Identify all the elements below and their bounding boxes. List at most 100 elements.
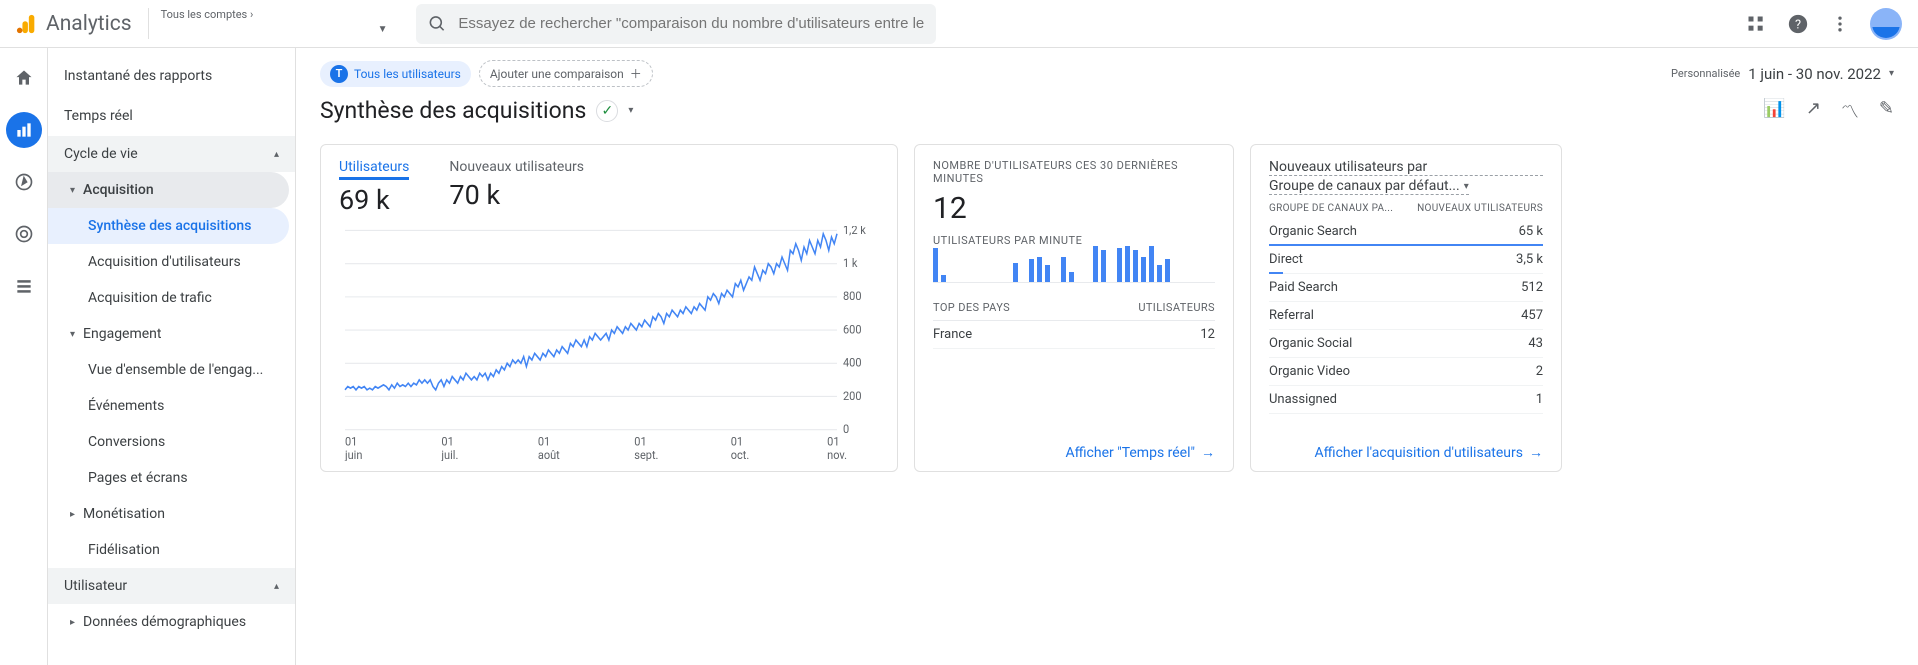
svg-text:600: 600 xyxy=(843,322,862,337)
spark-bar xyxy=(1141,257,1146,282)
card-realtime: NOMBRE D'UTILISATEURS CES 30 DERNIÈRES M… xyxy=(914,144,1234,472)
svg-text:nov.: nov. xyxy=(827,447,847,461)
row-value: 43 xyxy=(1528,336,1543,351)
sidebar-group-monetisation[interactable]: ▸ Monétisation xyxy=(48,496,289,532)
svg-text:juil.: juil. xyxy=(440,447,458,461)
table-row: France12 xyxy=(933,321,1215,349)
row-name: Direct xyxy=(1269,252,1303,267)
chevron-down-icon: ▾ xyxy=(1889,68,1894,79)
spark-bar xyxy=(941,275,946,282)
row-name: Organic Video xyxy=(1269,364,1350,379)
svg-text:0: 0 xyxy=(843,421,849,436)
acq-footer-link[interactable]: Afficher l'acquisition d'utilisateurs → xyxy=(1269,438,1543,461)
arrow-right-icon: → xyxy=(1201,444,1215,461)
table-row: Referral457 xyxy=(1269,302,1543,330)
svg-text:?: ? xyxy=(1795,17,1801,32)
sidebar-group-demographics[interactable]: ▸ Données démographiques xyxy=(48,604,289,640)
apps-icon[interactable] xyxy=(1744,12,1768,36)
dimension-picker[interactable]: Groupe de canaux par défaut... ▾ xyxy=(1269,178,1469,195)
spark-bar xyxy=(1029,259,1034,282)
more-vert-icon[interactable] xyxy=(1828,12,1852,36)
rail-configure[interactable] xyxy=(6,268,42,304)
dimension-label: Groupe de canaux par défaut... xyxy=(1269,178,1460,194)
rt-footer-link[interactable]: Afficher "Temps réel" → xyxy=(933,438,1215,461)
insights-icon[interactable]: 〽 xyxy=(1841,98,1859,124)
spark-bar xyxy=(1037,257,1042,282)
sidebar-group-engagement[interactable]: ▾ Engagement xyxy=(48,316,289,352)
metric-users[interactable]: Utilisateurs 69 k xyxy=(339,159,409,216)
profile-avatar[interactable] xyxy=(1870,8,1902,40)
sidebar-item-acquisition-overview[interactable]: Synthèse des acquisitions xyxy=(48,208,289,244)
sidebar-item-events[interactable]: Événements xyxy=(48,388,289,424)
sidebar-section-user[interactable]: Utilisateur ▴ xyxy=(48,568,295,604)
rail-advertising[interactable] xyxy=(6,216,42,252)
sidebar-item-user-acquisition[interactable]: Acquisition d'utilisateurs xyxy=(48,244,289,280)
svg-text:août: août xyxy=(538,447,560,461)
sidebar-item-traffic-acquisition[interactable]: Acquisition de trafic xyxy=(48,280,289,316)
verified-icon[interactable]: ✓ xyxy=(596,100,618,122)
customize-icon[interactable]: 📊 xyxy=(1763,98,1785,124)
svg-text:200: 200 xyxy=(843,388,862,403)
sidebar-item-snapshot[interactable]: Instantané des rapports xyxy=(48,56,289,96)
metric-label: Nouveaux utilisateurs xyxy=(449,159,584,175)
help-icon[interactable]: ? xyxy=(1786,12,1810,36)
report-sidebar: Instantané des rapports Temps réel Cycle… xyxy=(48,48,296,665)
account-picker[interactable]: Tous les comptes › ▼ xyxy=(148,8,388,39)
table-row: Organic Video 2 xyxy=(1269,358,1543,386)
analytics-logo-icon xyxy=(16,13,38,35)
rt-columns: TOP DES PAYS UTILISATEURS xyxy=(933,295,1215,321)
spark-bar xyxy=(1093,246,1098,282)
col-right: NOUVEAUX UTILISATEURS xyxy=(1417,203,1543,214)
rt-value: 12 xyxy=(933,191,1215,226)
date-range-picker[interactable]: Personnalisée 1 juin - 30 nov. 2022 ▾ xyxy=(1671,65,1894,83)
row-name: Organic Social xyxy=(1269,336,1352,351)
chip-add-comparison[interactable]: Ajouter une comparaison ＋ xyxy=(479,60,653,87)
sidebar-item-realtime[interactable]: Temps réel xyxy=(48,96,289,136)
row-name: Referral xyxy=(1269,308,1314,323)
chip-all-users[interactable]: T Tous les utilisateurs xyxy=(320,61,471,87)
search-input[interactable] xyxy=(458,15,923,32)
sidebar-item-engagement-overview[interactable]: Vue d'ensemble de l'engag... xyxy=(48,352,289,388)
row-value: 12 xyxy=(1200,327,1215,342)
svg-text:400: 400 xyxy=(843,355,862,370)
table-row: Organic Search65 k xyxy=(1269,218,1543,246)
table-row: Organic Social 43 xyxy=(1269,330,1543,358)
spark-bar xyxy=(1117,248,1122,282)
search-icon xyxy=(428,14,447,34)
spark-bar xyxy=(1101,250,1106,282)
search-bar[interactable] xyxy=(416,4,936,44)
sidebar-group-acquisition[interactable]: ▾ Acquisition xyxy=(48,172,289,208)
row-name: Unassigned xyxy=(1269,392,1337,407)
chevron-down-icon: ▼ xyxy=(378,24,388,35)
row-value: 2 xyxy=(1536,364,1543,379)
metric-new-users[interactable]: Nouveaux utilisateurs 70 k xyxy=(449,159,584,216)
row-value: 65 k xyxy=(1519,224,1543,239)
spark-bar xyxy=(1149,246,1154,282)
spark-bar xyxy=(933,248,938,282)
metric-tabs: Utilisateurs 69 k Nouveaux utilisateurs … xyxy=(339,159,879,216)
left-rail xyxy=(0,48,48,665)
acq-pre: Nouveaux utilisateurs par xyxy=(1269,159,1543,176)
rail-reports[interactable] xyxy=(6,112,42,148)
col-right: UTILISATEURS xyxy=(1138,301,1215,314)
chevron-up-icon: ▴ xyxy=(274,581,279,592)
product-logo[interactable]: Analytics xyxy=(16,12,132,36)
row-value: 1 xyxy=(1536,392,1543,407)
sidebar-section-lifecycle[interactable]: Cycle de vie ▴ xyxy=(48,136,295,172)
chip-badge: T xyxy=(330,65,348,83)
rail-explore[interactable] xyxy=(6,164,42,200)
share-icon[interactable]: ↗ xyxy=(1806,98,1821,124)
page-actions: 📊 ↗ 〽 ✎ xyxy=(1763,98,1894,124)
header-icons: ? xyxy=(1744,8,1902,40)
chip-label: Tous les utilisateurs xyxy=(354,67,461,81)
rail-home[interactable] xyxy=(6,60,42,96)
page-title-row: Synthèse des acquisitions ✓ ▾ 📊 ↗ 〽 ✎ xyxy=(320,97,1894,124)
spark-bar xyxy=(1069,272,1074,282)
sidebar-item-conversions[interactable]: Conversions xyxy=(48,424,289,460)
edit-icon[interactable]: ✎ xyxy=(1879,98,1894,124)
group-label: Engagement xyxy=(83,326,161,342)
sidebar-item-pages-screens[interactable]: Pages et écrans xyxy=(48,460,289,496)
chevron-down-icon[interactable]: ▾ xyxy=(628,105,633,116)
sidebar-group-retention[interactable]: Fidélisation xyxy=(48,532,289,568)
spark-bar xyxy=(1133,250,1138,282)
